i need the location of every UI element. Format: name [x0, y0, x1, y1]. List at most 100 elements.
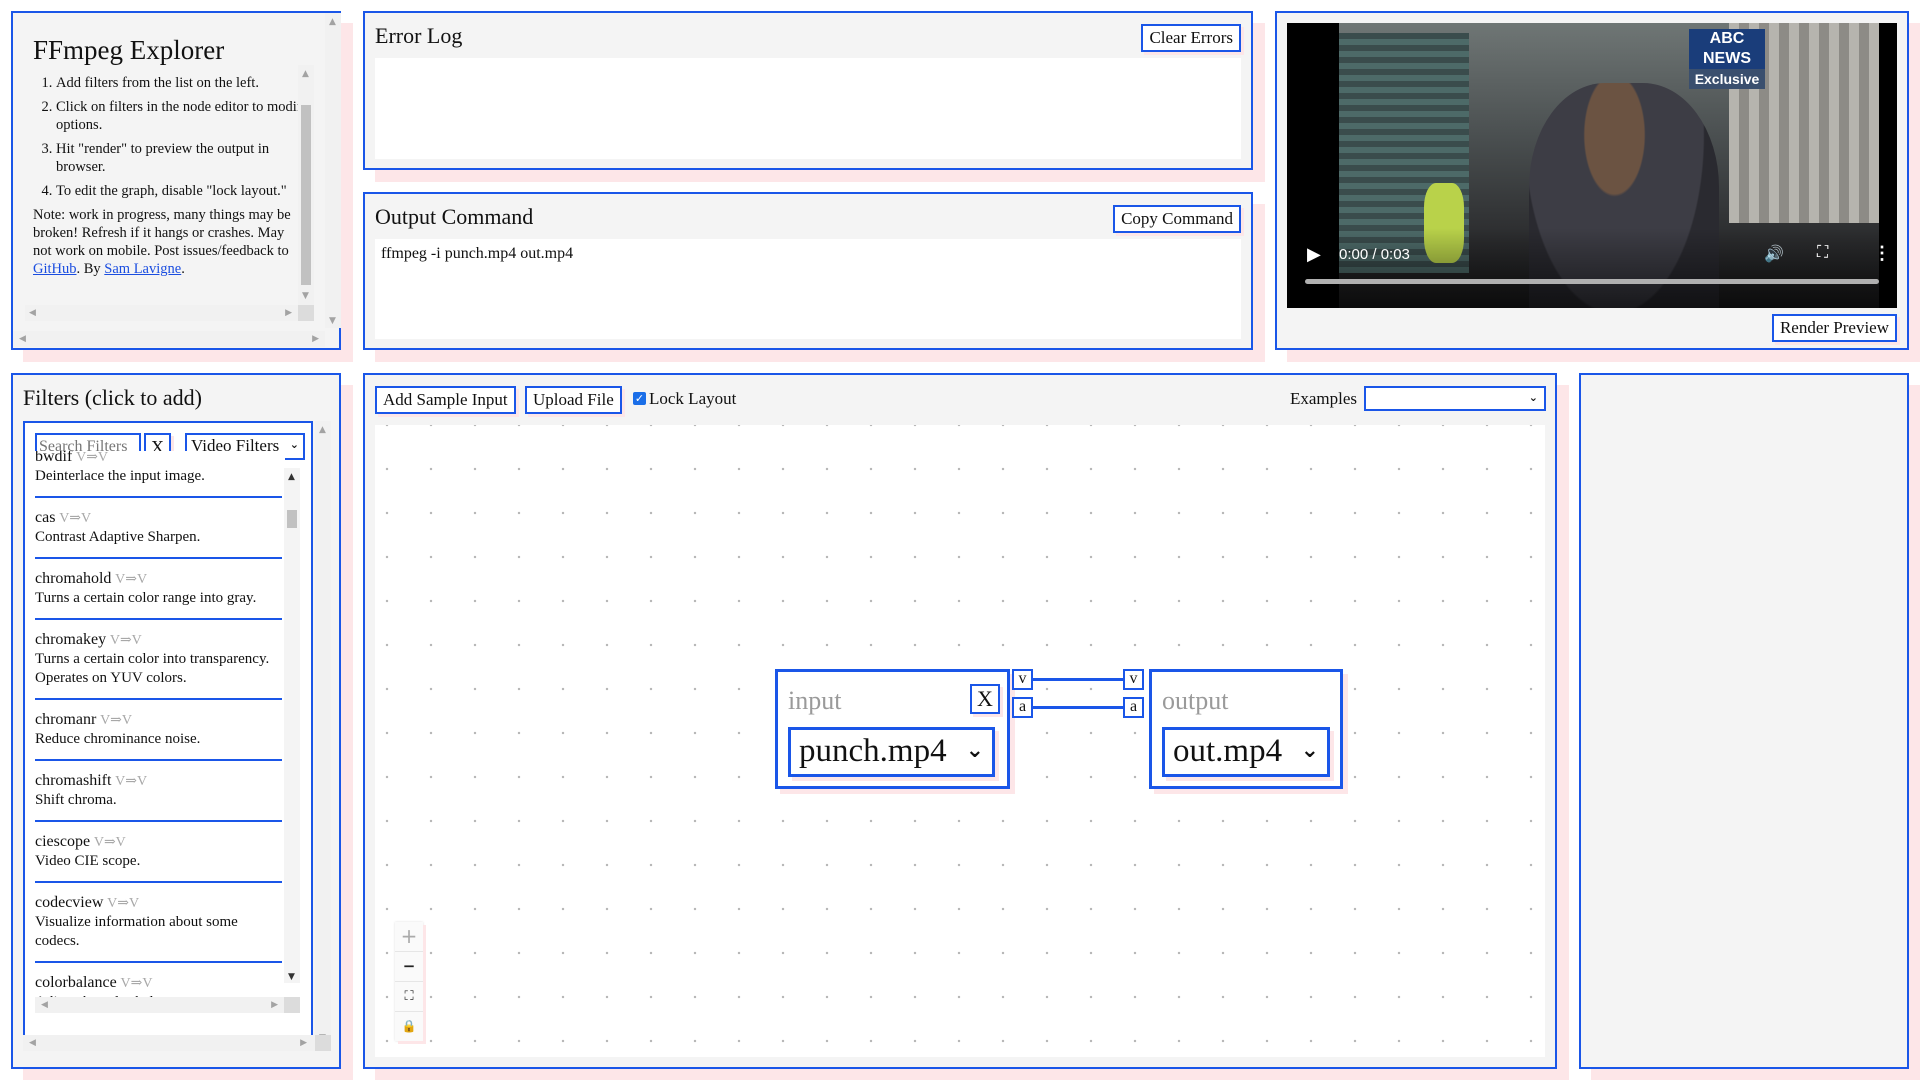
- scroll-corner: [298, 305, 314, 321]
- zoom-out-icon[interactable]: −: [395, 952, 423, 982]
- intro-inner-vscroll[interactable]: ▲ ▼: [298, 65, 314, 305]
- lock-layout-checkbox[interactable]: ✓: [633, 392, 646, 405]
- intro-outer-hscroll[interactable]: ◀ ▶: [13, 331, 325, 347]
- output-audio-port[interactable]: a: [1123, 697, 1144, 718]
- scroll-thumb[interactable]: [301, 105, 311, 285]
- filters-panel: Filters (click to add) X Video Filters ⌄…: [11, 373, 341, 1069]
- filter-list: bwdif V⇒V Deinterlace the input image. cas…: [35, 451, 285, 1011]
- error-log-output: [375, 58, 1241, 159]
- scroll-up-icon: ▲: [302, 69, 309, 79]
- instruction-step: Click on filters in the node editor to m…: [56, 98, 309, 134]
- filters-outer-hscroll[interactable]: ◀ ▶: [23, 1035, 315, 1051]
- scroll-right-icon: ▶: [285, 308, 292, 318]
- input-node[interactable]: input X punch.mp4 ⌄: [775, 669, 1010, 789]
- filter-io-type: V⇒V: [100, 713, 133, 728]
- filter-item-ciescope[interactable]: ciescope V⇒V Video CIE scope.: [35, 822, 282, 883]
- audio-connection[interactable]: [1033, 706, 1124, 709]
- chevron-down-icon: ⌄: [289, 438, 299, 451]
- error-log-panel: Error Log Clear Errors: [363, 11, 1253, 170]
- input-audio-port[interactable]: a: [1012, 697, 1033, 718]
- remove-node-button[interactable]: X: [970, 684, 1000, 714]
- intro-outer-vscroll[interactable]: ▲ ▼: [325, 13, 341, 328]
- instruction-step: Hit "render" to preview the output in br…: [56, 140, 309, 176]
- intro-inner-hscroll[interactable]: ◀ ▶: [25, 305, 298, 321]
- output-file-value: out.mp4: [1173, 733, 1283, 769]
- filter-item-chromakey[interactable]: chromakey V⇒V Turns a certain color into …: [35, 620, 282, 700]
- intro-note: Note: work in progress, many things may …: [33, 206, 303, 278]
- filter-item-codecview[interactable]: codecview V⇒V Visualize information about…: [35, 883, 282, 963]
- input-node-title: input: [788, 686, 842, 715]
- filter-options-panel: [1579, 373, 1909, 1069]
- video-progress-bar[interactable]: [1305, 279, 1879, 284]
- lock-layout-label[interactable]: Lock Layout: [649, 389, 736, 409]
- chevron-down-icon: ⌄: [965, 738, 984, 763]
- filter-io-type: V⇒V: [93, 835, 126, 850]
- node-canvas[interactable]: input X punch.mp4 ⌄ v a v a output out.m…: [375, 425, 1545, 1057]
- badge-top: ABC NEWS: [1703, 30, 1751, 67]
- filter-list-hscroll[interactable]: ◀ ▶: [35, 997, 284, 1013]
- output-command-panel: Output Command Copy Command ffmpeg -i pu…: [363, 192, 1253, 350]
- scroll-thumb[interactable]: [287, 510, 297, 528]
- filter-name: chromanr: [35, 711, 97, 728]
- clear-errors-button[interactable]: Clear Errors: [1141, 24, 1241, 52]
- filter-description: Contrast Adaptive Sharpen.: [35, 529, 201, 545]
- preview-panel: ABC NEWS Exclusive ▶ 0:00 / 0:03 🔊 ⛶ ⋮ R…: [1275, 11, 1909, 350]
- examples-select[interactable]: ⌄: [1364, 386, 1546, 411]
- scroll-down-icon: ▼: [288, 972, 295, 982]
- lock-icon[interactable]: 🔒: [395, 1012, 423, 1041]
- author-link[interactable]: Sam Lavigne: [104, 261, 181, 277]
- video-player[interactable]: ABC NEWS Exclusive ▶ 0:00 / 0:03 🔊 ⛶ ⋮: [1287, 23, 1897, 308]
- command-output[interactable]: ffmpeg -i punch.mp4 out.mp4: [375, 239, 1241, 339]
- more-options-icon[interactable]: ⋮: [1873, 243, 1891, 264]
- filter-item-bwdif[interactable]: bwdif V⇒V Deinterlace the input image.: [35, 451, 282, 498]
- instructions-list: Add filters from the list on the left. C…: [21, 74, 309, 200]
- play-icon[interactable]: ▶: [1307, 244, 1321, 265]
- output-command-title: Output Command: [375, 204, 534, 229]
- filter-item-chromahold[interactable]: chromahold V⇒V Turns a certain color rang…: [35, 559, 282, 620]
- output-file-select[interactable]: out.mp4 ⌄: [1162, 727, 1330, 777]
- fit-view-icon[interactable]: ⛶: [395, 982, 423, 1012]
- video-controls: ▶ 0:00 / 0:03 🔊 ⛶ ⋮: [1287, 228, 1897, 308]
- intro-content: FFmpeg Explorer Add filters from the lis…: [21, 21, 309, 310]
- filter-name: ciescope: [35, 833, 91, 850]
- scroll-left-icon: ◀: [19, 334, 26, 344]
- error-log-title: Error Log: [375, 23, 463, 48]
- scroll-down-icon: ▼: [302, 291, 309, 301]
- filters-outer-vscroll[interactable]: ▲ ▼: [315, 421, 331, 1047]
- input-file-select[interactable]: punch.mp4 ⌄: [788, 727, 995, 777]
- scroll-corner: [284, 997, 300, 1013]
- filter-name: chromashift: [35, 772, 112, 789]
- scroll-corner: [315, 1035, 331, 1051]
- scroll-up-icon: ▲: [319, 425, 326, 435]
- volume-icon[interactable]: 🔊: [1764, 244, 1784, 264]
- scroll-left-icon: ◀: [29, 1038, 36, 1048]
- zoom-in-icon[interactable]: +: [395, 922, 423, 952]
- scroll-right-icon: ▶: [312, 334, 319, 344]
- filter-item-cas[interactable]: cas V⇒V Contrast Adaptive Sharpen.: [35, 498, 282, 559]
- output-node[interactable]: output out.mp4 ⌄: [1149, 669, 1343, 789]
- badge-bottom: Exclusive: [1689, 69, 1765, 89]
- input-video-port[interactable]: v: [1012, 669, 1033, 690]
- scroll-left-icon: ◀: [41, 1000, 48, 1010]
- canvas-zoom-controls: + − ⛶ 🔒: [395, 922, 423, 1041]
- filter-item-chromanr[interactable]: chromanr V⇒V Reduce chrominance noise.: [35, 700, 282, 761]
- render-preview-button[interactable]: Render Preview: [1771, 314, 1897, 342]
- github-link[interactable]: GitHub: [33, 261, 77, 277]
- app-title: FFmpeg Explorer: [33, 35, 225, 65]
- news-badge: ABC NEWS Exclusive: [1689, 29, 1765, 89]
- filter-io-type: V⇒V: [107, 896, 140, 911]
- upload-file-button[interactable]: Upload File: [525, 386, 622, 414]
- output-node-title: output: [1162, 686, 1229, 715]
- video-connection[interactable]: [1033, 678, 1124, 681]
- filter-list-vscroll[interactable]: ▲ ▼: [284, 468, 300, 983]
- copy-command-button[interactable]: Copy Command: [1113, 205, 1241, 233]
- filter-description: Turns a certain color range into gray.: [35, 590, 257, 606]
- filter-item-chromashift[interactable]: chromashift V⇒V Shift chroma.: [35, 761, 282, 822]
- filter-description: Deinterlace the input image.: [35, 468, 205, 484]
- scroll-left-icon: ◀: [29, 308, 36, 318]
- output-video-port[interactable]: v: [1123, 669, 1144, 690]
- chevron-down-icon: ⌄: [1528, 391, 1538, 404]
- add-sample-input-button[interactable]: Add Sample Input: [375, 386, 516, 414]
- fullscreen-icon[interactable]: ⛶: [1817, 244, 1828, 262]
- chevron-down-icon: ⌄: [1300, 738, 1319, 763]
